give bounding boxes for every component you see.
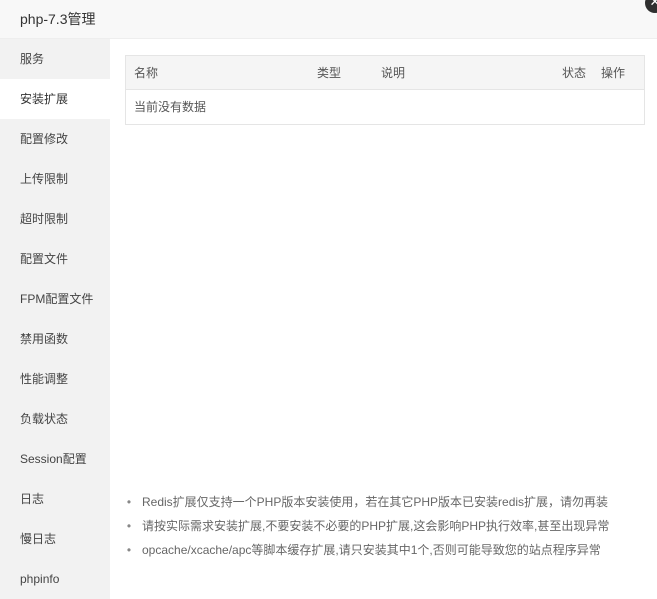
note-text: opcache/xcache/apc等脚本缓存扩展,请只安装其中1个,否则可能导… — [142, 543, 601, 557]
sidebar-item-phpinfo[interactable]: phpinfo — [0, 559, 110, 599]
column-header-status: 状态 — [562, 66, 587, 80]
note-text: 请按实际需求安装扩展,不要安装不必要的PHP扩展,这会影响PHP执行效率,甚至出… — [142, 519, 610, 533]
title-bar: php-7.3管理 — [0, 0, 657, 39]
sidebar-item-disabled-functions[interactable]: 禁用函数 — [0, 319, 110, 359]
window-title: php-7.3管理 — [20, 11, 96, 27]
note-item: • 请按实际需求安装扩展,不要安装不必要的PHP扩展,这会影响PHP执行效率,甚… — [124, 514, 609, 538]
sidebar-item-service[interactable]: 服务 — [0, 39, 110, 79]
sidebar-item-install-extensions[interactable]: 安装扩展 — [0, 79, 110, 119]
note-item: • Redis扩展仅支持一个PHP版本安装使用，若在其它PHP版本已安装redi… — [124, 490, 609, 514]
sidebar-item-upload-limit[interactable]: 上传限制 — [0, 159, 110, 199]
sidebar-item-slow-log[interactable]: 慢日志 — [0, 519, 110, 559]
column-header-actions: 操作 — [601, 66, 626, 80]
table-body: 当前没有数据 — [126, 90, 644, 124]
extensions-table: 名称 类型 说明 状态 操作 当前没有数据 — [125, 55, 645, 125]
column-header-type: 类型 — [317, 66, 342, 80]
bullet-icon: • — [126, 543, 132, 557]
sidebar-item-session-config[interactable]: Session配置 — [0, 439, 110, 479]
sidebar-item-load-status[interactable]: 负载状态 — [0, 399, 110, 439]
bullet-icon: • — [126, 519, 132, 533]
note-item: • opcache/xcache/apc等脚本缓存扩展,请只安装其中1个,否则可… — [124, 538, 609, 562]
sidebar-item-timeout-limit[interactable]: 超时限制 — [0, 199, 110, 239]
empty-table-message: 当前没有数据 — [134, 100, 207, 114]
main-content: 名称 类型 说明 状态 操作 当前没有数据 • Redis扩展仅支持一个PHP版… — [110, 39, 657, 599]
column-header-description: 说明 — [381, 66, 406, 80]
bullet-icon: • — [126, 495, 132, 509]
sidebar-item-config-file[interactable]: 配置文件 — [0, 239, 110, 279]
sidebar: 服务 安装扩展 配置修改 上传限制 超时限制 配置文件 FPM配置文件 禁用函数… — [0, 39, 110, 599]
sidebar-item-fpm-config-file[interactable]: FPM配置文件 — [0, 279, 110, 319]
sidebar-item-performance-tuning[interactable]: 性能调整 — [0, 359, 110, 399]
help-notes: • Redis扩展仅支持一个PHP版本安装使用，若在其它PHP版本已安装redi… — [124, 490, 609, 562]
column-header-name: 名称 — [134, 66, 159, 80]
note-text: Redis扩展仅支持一个PHP版本安装使用，若在其它PHP版本已安装redis扩… — [142, 495, 609, 509]
sidebar-item-config-edit[interactable]: 配置修改 — [0, 119, 110, 159]
php-manager-window: php-7.3管理 ✕ 服务 安装扩展 配置修改 上传限制 超时限制 配置文件 … — [0, 0, 657, 599]
table-header: 名称 类型 说明 状态 操作 — [126, 56, 644, 90]
sidebar-item-log[interactable]: 日志 — [0, 479, 110, 519]
